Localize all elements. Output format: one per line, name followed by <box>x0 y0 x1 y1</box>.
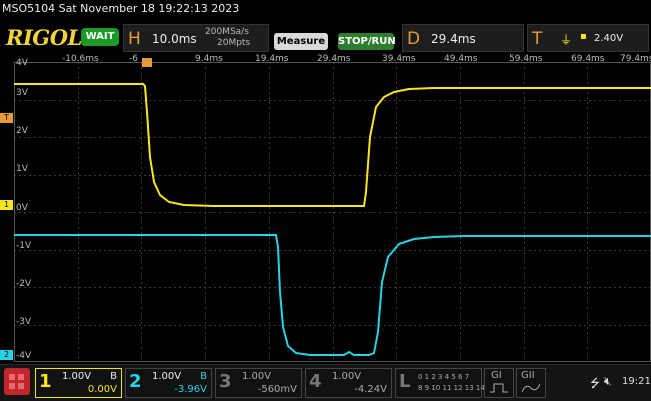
ch4-offset: -4.24V <box>354 384 387 395</box>
model-datetime: MSO5104 Sat November 18 19:22:13 2023 <box>2 2 240 15</box>
horizontal-panel[interactable]: H 10.0ms 200MSa/s 20Mpts <box>123 24 269 52</box>
trigger-level: 2.40V <box>594 33 624 44</box>
ch3-scale: 1.00V <box>242 371 272 382</box>
trigger-letter: T <box>532 29 543 49</box>
group1-label: GI <box>491 370 502 381</box>
ch2-offset: -3.96V <box>174 384 207 395</box>
timebase-value: 10.0ms <box>152 32 197 46</box>
stop-run-button[interactable]: STOP/RUN <box>338 33 396 50</box>
trigger-channel-icon: ▪ <box>580 31 587 42</box>
ch1-number: 1 <box>39 371 52 392</box>
ch3-offset: -560mV <box>257 384 297 395</box>
delay-value: 29.4ms <box>431 32 476 46</box>
volt-label: 1V <box>16 164 28 174</box>
ch1-scale: 1.00V <box>62 371 92 382</box>
ch3-number: 3 <box>219 371 232 392</box>
ch4-settings-panel[interactable]: 4 1.00V -4.24V <box>305 368 392 398</box>
ch2-offset-marker[interactable]: 2 <box>0 350 13 360</box>
brand-logo: RIGOL <box>6 25 82 50</box>
ch1-offset: 0.00V <box>87 384 117 395</box>
menu-grid-icon[interactable] <box>4 368 30 395</box>
ch1-settings-panel[interactable]: 1 1.00V B 0.00V <box>35 368 122 398</box>
trigger-position-marker[interactable] <box>142 58 152 67</box>
measure-button[interactable]: Measure <box>274 33 328 50</box>
volt-label: -3V <box>16 317 32 327</box>
volt-label: 4V <box>16 58 28 68</box>
delay-letter: D <box>407 29 421 49</box>
run-state-badge: WAIT <box>81 28 119 46</box>
group2-wave-icon <box>522 383 540 393</box>
logic-panel[interactable]: L 0 1 2 3 4 5 6 7 8 9 10 11 12 13 14 15 <box>395 368 496 398</box>
memory-depth: 20Mpts <box>217 38 251 48</box>
ch1-waveform <box>14 83 651 207</box>
volt-label: -1V <box>16 241 32 251</box>
waveform-graticule[interactable] <box>14 62 651 362</box>
logic-letter: L <box>399 371 411 392</box>
horizontal-letter: H <box>128 29 141 49</box>
trigger-panel[interactable]: T ⏚ ▪ 2.40V <box>527 24 649 52</box>
ch2-settings-panel[interactable]: 2 1.00V B -3.96V <box>125 368 212 398</box>
volt-label: -4V <box>16 351 32 361</box>
ch3-settings-panel[interactable]: 3 1.00V -560mV <box>215 368 302 398</box>
group1-button[interactable]: GI <box>484 368 514 398</box>
sample-rate: 200MSa/s <box>205 27 249 37</box>
group2-button[interactable]: GII <box>516 368 546 398</box>
clock-time: 19:21 <box>622 376 651 387</box>
group2-label: GII <box>521 370 535 381</box>
trigger-edge-icon: ⏚ <box>560 33 573 47</box>
ch1-coupling: B <box>110 371 117 382</box>
volt-label: 0V <box>16 203 28 213</box>
ch2-number: 2 <box>129 371 142 392</box>
volt-label: 2V <box>16 126 28 136</box>
ch4-scale: 1.00V <box>332 371 362 382</box>
delay-panel[interactable]: D 29.4ms <box>402 24 524 52</box>
ch2-scale: 1.00V <box>152 371 182 382</box>
group1-pulse-icon <box>490 383 508 393</box>
trigger-level-marker[interactable]: T <box>0 113 13 123</box>
volt-label: 3V <box>16 88 28 98</box>
volt-label: -2V <box>16 279 32 289</box>
speaker-mute-icon[interactable]: 🔇︎ <box>604 374 612 389</box>
logic-channels-row1: 0 1 2 3 4 5 6 7 <box>418 373 470 381</box>
ch2-waveform <box>14 234 651 356</box>
ch4-number: 4 <box>309 371 322 392</box>
ch1-offset-marker[interactable]: 1 <box>0 200 13 210</box>
usb-icon: ⭍ <box>590 376 600 390</box>
ch2-coupling: B <box>200 371 207 382</box>
